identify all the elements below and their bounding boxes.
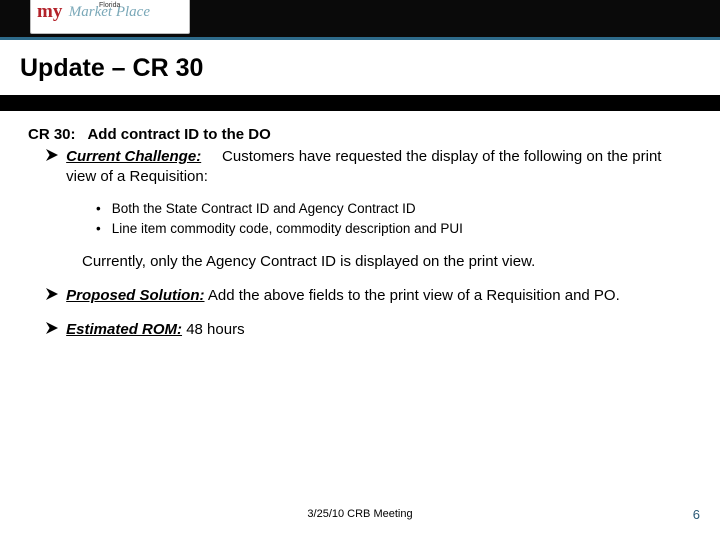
bullet-dot-icon: • — [96, 220, 108, 238]
logo-myfloridamarketplace: my Florida Market Place — [30, 0, 190, 34]
bullet-dot-icon: • — [96, 200, 108, 218]
rom-text: 48 hours — [186, 321, 244, 338]
slide: my Florida Market Place Update – CR 30 C… — [0, 0, 720, 540]
item-proposed-solution: Proposed Solution: Add the above fields … — [46, 286, 692, 306]
item-content: Estimated ROM: 48 hours — [66, 320, 666, 340]
bullet-item: • Both the State Contract ID and Agency … — [96, 200, 692, 218]
footer-page-number: 6 — [693, 507, 700, 522]
rom-label: Estimated ROM: — [66, 321, 182, 338]
item-current-challenge: Current Challenge: Customers have reques… — [46, 147, 692, 187]
item-estimated-rom: Estimated ROM: 48 hours — [46, 320, 692, 340]
bullet-text: Both the State Contract ID and Agency Co… — [112, 201, 416, 216]
item-content: Proposed Solution: Add the above fields … — [66, 286, 666, 306]
arrow-icon — [46, 286, 62, 306]
cr-description: Add contract ID to the DO — [87, 126, 270, 143]
top-bar: my Florida Market Place — [0, 0, 720, 40]
logo-text-florida: Florida — [99, 2, 120, 9]
item-content: Current Challenge: Customers have reques… — [66, 147, 666, 187]
page-title: Update – CR 30 — [20, 54, 700, 83]
cr-id: CR 30: — [28, 126, 76, 143]
arrow-icon — [46, 147, 62, 167]
solution-label: Proposed Solution: — [66, 287, 204, 304]
title-underline-bar — [0, 95, 720, 111]
footer-date: 3/25/10 CRB Meeting — [0, 508, 720, 520]
arrow-icon — [46, 320, 62, 340]
challenge-currently: Currently, only the Agency Contract ID i… — [82, 252, 692, 272]
logo-text-my: my — [37, 1, 62, 23]
solution-text: Add the above fields to the print view o… — [208, 287, 620, 304]
title-area: Update – CR 30 — [0, 40, 720, 95]
body-content: CR 30: Add contract ID to the DO Current… — [0, 111, 720, 339]
bullet-item: • Line item commodity code, commodity de… — [96, 220, 692, 238]
arrow-list: Current Challenge: Customers have reques… — [46, 147, 692, 340]
cr-heading: CR 30: Add contract ID to the DO — [28, 125, 692, 145]
challenge-label: Current Challenge: — [66, 148, 201, 165]
challenge-bullets: • Both the State Contract ID and Agency … — [96, 200, 692, 238]
bullet-text: Line item commodity code, commodity desc… — [112, 221, 463, 236]
